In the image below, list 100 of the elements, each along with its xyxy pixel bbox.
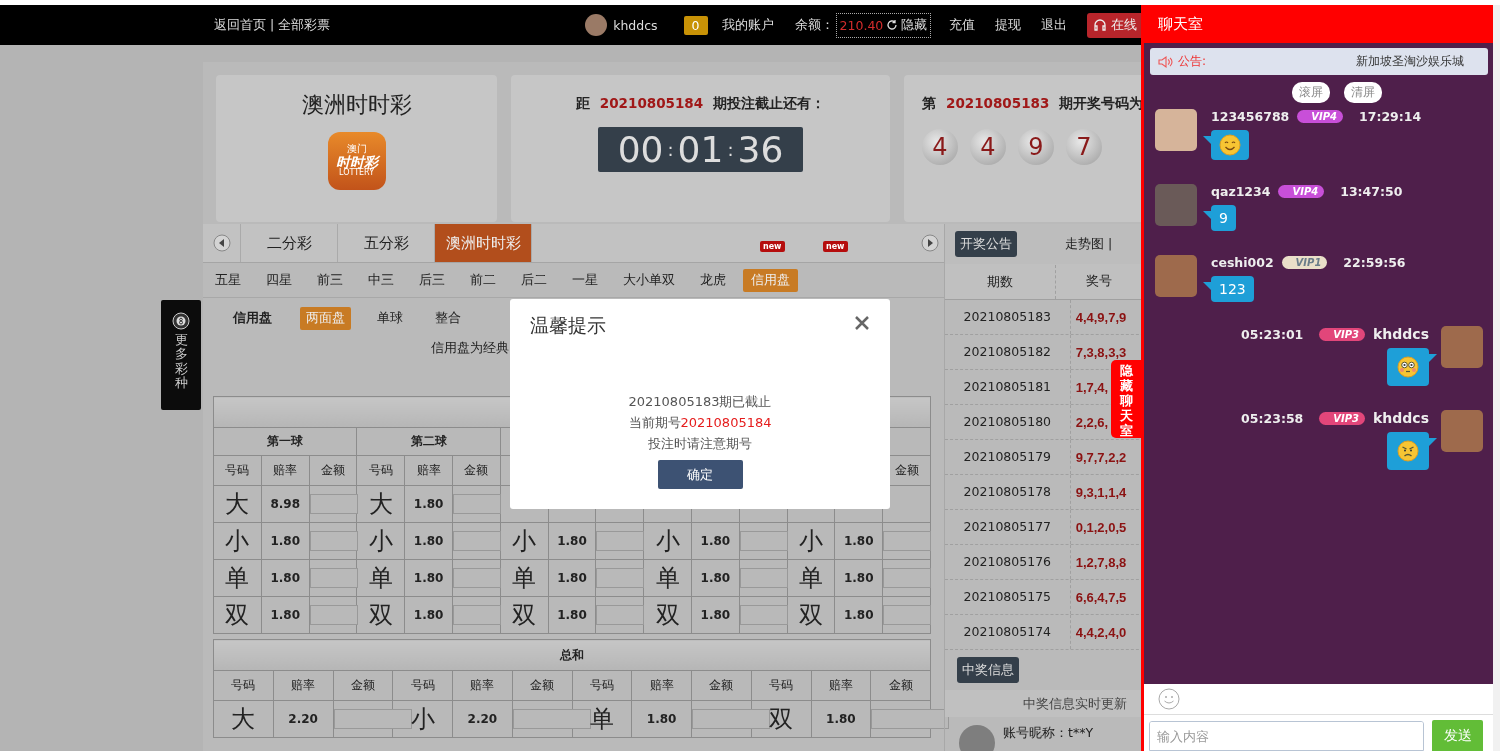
amount-input[interactable] [692,709,770,730]
play-tab[interactable]: 龙虎 [692,268,734,292]
amount-input[interactable] [871,709,950,730]
amount-input[interactable] [309,568,358,589]
draw-numbers-cell: 0,1,2,0,5 [1075,519,1127,535]
odds-cell: 1.80 [631,700,692,738]
user-avatar [585,14,608,36]
period-cell: 20210805179 [945,440,1071,474]
balance-label: 余额： [794,16,834,34]
play-tab[interactable]: 四星 [258,268,300,292]
headset-icon [1093,18,1108,32]
dialog-title: 温馨提示 [530,313,606,338]
amount-input[interactable] [453,494,501,515]
table-header: 总和 [213,639,931,671]
draw-notice-button[interactable]: 开奖公告 [955,231,1017,257]
bet-code: 单 [213,559,262,597]
bet-code: 大 [213,700,274,738]
trend-chart-link[interactable]: 走势图 | [1065,235,1113,253]
play-tab[interactable]: 后三 [411,268,453,292]
odds-cell: 1.80 [691,596,740,634]
result-ball: 9 [1018,129,1054,165]
amount-input[interactable] [739,531,788,552]
play-tab[interactable]: 五星 [207,268,249,292]
sub-tab[interactable]: 单球 [371,306,409,330]
play-tab[interactable]: 大小单双 [615,268,683,292]
amount-input[interactable] [512,709,591,730]
eight-ball-icon [172,312,190,330]
message-time: 05:23:58 [1241,410,1304,426]
chat-control-button[interactable]: 清屏 [1343,82,1382,103]
amount-input[interactable] [309,494,358,515]
bet-code: 双 [643,596,692,634]
column-header: 赔率 [404,455,453,486]
amount-input[interactable] [453,568,501,589]
amount-input[interactable] [453,531,501,552]
play-tab[interactable]: 一星 [564,268,606,292]
scrollbar[interactable] [1493,5,1500,751]
close-icon[interactable] [854,315,870,331]
amount-input[interactable] [596,531,645,552]
odds-cell: 1.80 [404,559,453,597]
period-cell: 20210805183 [945,300,1071,334]
chat-control-button[interactable]: 滚屏 [1291,82,1330,103]
play-tab[interactable]: 前二 [462,268,504,292]
message-input[interactable]: 输入内容 [1149,721,1424,751]
message-time: 05:23:01 [1241,326,1304,342]
draw-numbers-cell: 6,6,4,7,5 [1075,589,1127,605]
home-links[interactable]: 返回首页 | 全部彩票 [214,16,331,34]
odds-cell: 1.80 [811,700,871,738]
amount-input[interactable] [739,605,788,626]
period-number: 20210805183 [946,95,1050,113]
odds-cell: 1.80 [404,485,453,523]
result-ball: 7 [1066,129,1102,165]
column-header: 金额 [691,670,752,701]
topbar-link[interactable]: 提现 [995,16,1022,34]
topbar-link[interactable]: 充值 [949,16,976,34]
notice-text: 信用盘为经典 [430,340,510,357]
account-menu[interactable]: 我的账户 [721,16,774,34]
message-time: 13:47:50 [1340,184,1403,199]
play-tab[interactable]: 后二 [513,268,555,292]
online-service-button[interactable]: 在线 [1087,12,1141,38]
bet-code: 单 [500,559,549,597]
play-tab[interactable]: 前三 [309,268,351,292]
refresh-icon[interactable] [886,19,899,31]
column-header: 期数 [945,264,1057,299]
hide-chat-tab[interactable]: 隐藏聊天室 [1111,360,1141,438]
message-time: 17:29:14 [1359,109,1422,124]
more-games-tab[interactable]: 更多彩种 [161,300,201,410]
sub-tab[interactable]: 整合 [429,306,467,330]
hide-balance-link[interactable]: 隐藏 [901,16,928,34]
smiling-emoji-icon [1219,134,1241,156]
topbar-link[interactable]: 退出 [1041,16,1068,34]
amount-input[interactable] [453,605,501,626]
period-cell: 20210805174 [945,615,1071,649]
amount-input[interactable] [596,568,645,589]
vip-badge: VIP3 [1319,327,1366,341]
bet-code: 双 [213,596,262,634]
bet-code: 小 [500,522,549,560]
amount-input[interactable] [883,531,932,552]
play-tab[interactable]: 中三 [360,268,402,292]
period-number: 20210805184 [680,415,772,430]
amount-input[interactable] [309,605,358,626]
sub-tab-label: 信用盘 [233,309,272,327]
flushed-emoji-icon [1397,356,1419,378]
period-cell: 20210805177 [945,510,1071,544]
amount-input[interactable] [883,568,932,589]
confirm-button[interactable]: 确定 [657,460,743,489]
lottery-tab[interactable]: 二分彩 [241,224,338,262]
game-title: 澳洲时时彩 [301,91,412,119]
vip-badge: VIP3 [1319,411,1366,425]
amount-input[interactable] [309,531,358,552]
amount-input[interactable] [739,568,788,589]
arrow-left-icon[interactable] [212,234,231,252]
amount-input[interactable] [596,605,645,626]
amount-input[interactable] [333,709,412,730]
winners-button[interactable]: 中奖信息 [957,657,1019,683]
amount-input[interactable] [883,605,932,626]
odds-cell: 1.80 [261,596,310,634]
arrow-right-icon[interactable] [921,234,939,252]
emoji-icon[interactable] [1158,688,1180,710]
column-header: 赔率 [261,455,310,486]
lottery-tab[interactable]: 澳洲时时彩 [435,224,532,262]
